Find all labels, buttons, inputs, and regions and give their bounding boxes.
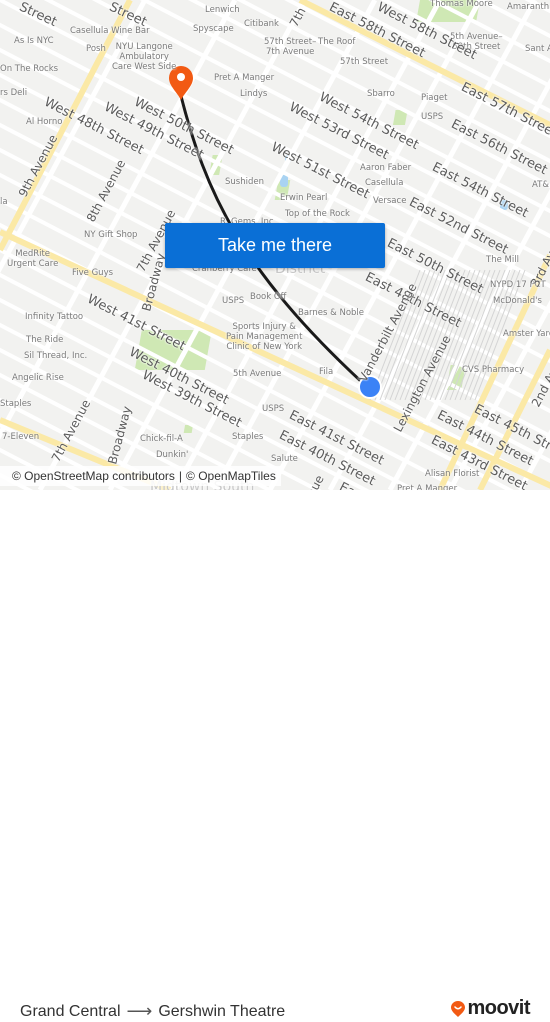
route-summary: Grand Central ⟶ Gershwin Theatre [20, 1001, 285, 1022]
poi-label: Salute [271, 455, 298, 464]
poi-label: AT& [532, 181, 549, 190]
osm-attribution-link[interactable]: © OpenStreetMap contributors [12, 469, 175, 483]
poi-label: Sant A [525, 45, 550, 54]
attribution-separator: | [179, 469, 182, 483]
origin-name: Grand Central [20, 1003, 121, 1021]
poi-label: CVS Pharmacy [462, 366, 524, 375]
poi-label: Casellula [365, 179, 403, 188]
poi-label: Sbarro [367, 90, 395, 99]
poi-label: Casellula Wine Bar [70, 27, 150, 36]
pin-hole [177, 73, 185, 81]
poi-label: 7-Eleven [2, 433, 39, 442]
poi-label: Citibank [244, 20, 279, 29]
poi-label: Pret A Manger [214, 74, 274, 83]
poi-label: USPS [262, 405, 284, 414]
poi-label: Spyscape [193, 25, 234, 34]
poi-label: Al Horno [26, 118, 62, 127]
poi-label: Amster Yard [503, 330, 550, 339]
map-attribution: © OpenStreetMap contributors | © OpenMap… [0, 466, 281, 486]
moovit-pin-icon [451, 1001, 465, 1017]
poi-label: Dunkin' [156, 451, 188, 460]
destination-name: Gershwin Theatre [158, 1003, 285, 1021]
arrow-right-icon: ⟶ [127, 1001, 153, 1022]
poi-label: Angelic Rise [12, 374, 64, 383]
poi-label: Staples [232, 433, 263, 442]
poi-label: The Roof [318, 38, 355, 47]
poi-label: Sil Thread, Inc. [24, 352, 87, 361]
poi-label: USPS [222, 297, 244, 306]
poi-label: Top of the Rock [285, 210, 350, 219]
poi-label: NYU Langone Ambulatory Care West Side [112, 43, 176, 72]
poi-label: Barnes & Noble [298, 309, 364, 318]
poi-label: rs Deli [0, 89, 27, 98]
omt-attribution-link[interactable]: © OpenMapTiles [186, 469, 276, 483]
poi-label: On The Rocks [0, 65, 58, 74]
poi-label: Lindys [240, 90, 267, 99]
poi-label: Amaranth [507, 3, 549, 12]
poi-label: Lenwich [205, 6, 240, 15]
take-me-there-button[interactable]: Take me there [165, 223, 385, 268]
poi-label: Book Off [250, 293, 286, 302]
poi-label: la [0, 198, 8, 207]
poi-label: Sports Injury & Pain Management Clinic o… [226, 323, 302, 352]
poi-label: Alisan Florist [425, 470, 479, 479]
poi-label: The Ride [26, 336, 63, 345]
poi-label: Fila [319, 368, 333, 377]
poi-label: Erwin Pearl [280, 194, 327, 203]
moovit-logo[interactable]: moovit [451, 997, 530, 1020]
poi-label: Sushiden [225, 178, 264, 187]
poi-label: 57th Street– 7th Avenue [264, 38, 316, 58]
poi-label: MedRite Urgent Care [7, 250, 58, 270]
poi-label: As Is NYC [14, 37, 54, 46]
poi-label: Piaget [421, 94, 447, 103]
poi-label: Thomas Moore [430, 0, 493, 9]
poi-label: 57th Street [340, 58, 388, 67]
poi-label: Versace [373, 197, 406, 206]
poi-label: Aaron Faber [360, 164, 411, 173]
map-view[interactable]: Casellula Wine Bar As Is NYC Posh NYU Lango… [0, 0, 550, 490]
poi-label: McDonald's [493, 297, 542, 306]
poi-label: Posh [86, 45, 106, 54]
poi-label: Chick-fil-A [140, 435, 183, 444]
poi-label: Staples [0, 400, 31, 409]
poi-label: NY Gift Shop [84, 231, 137, 240]
route-footer: Grand Central ⟶ Gershwin Theatre moovit [0, 490, 550, 550]
brand-name: moovit [467, 997, 530, 1020]
poi-label: 5th Avenue [233, 370, 281, 379]
poi-label: Five Guys [72, 269, 113, 278]
poi-label: Infinity Tattoo [25, 313, 83, 322]
poi-label: USPS [421, 113, 443, 122]
